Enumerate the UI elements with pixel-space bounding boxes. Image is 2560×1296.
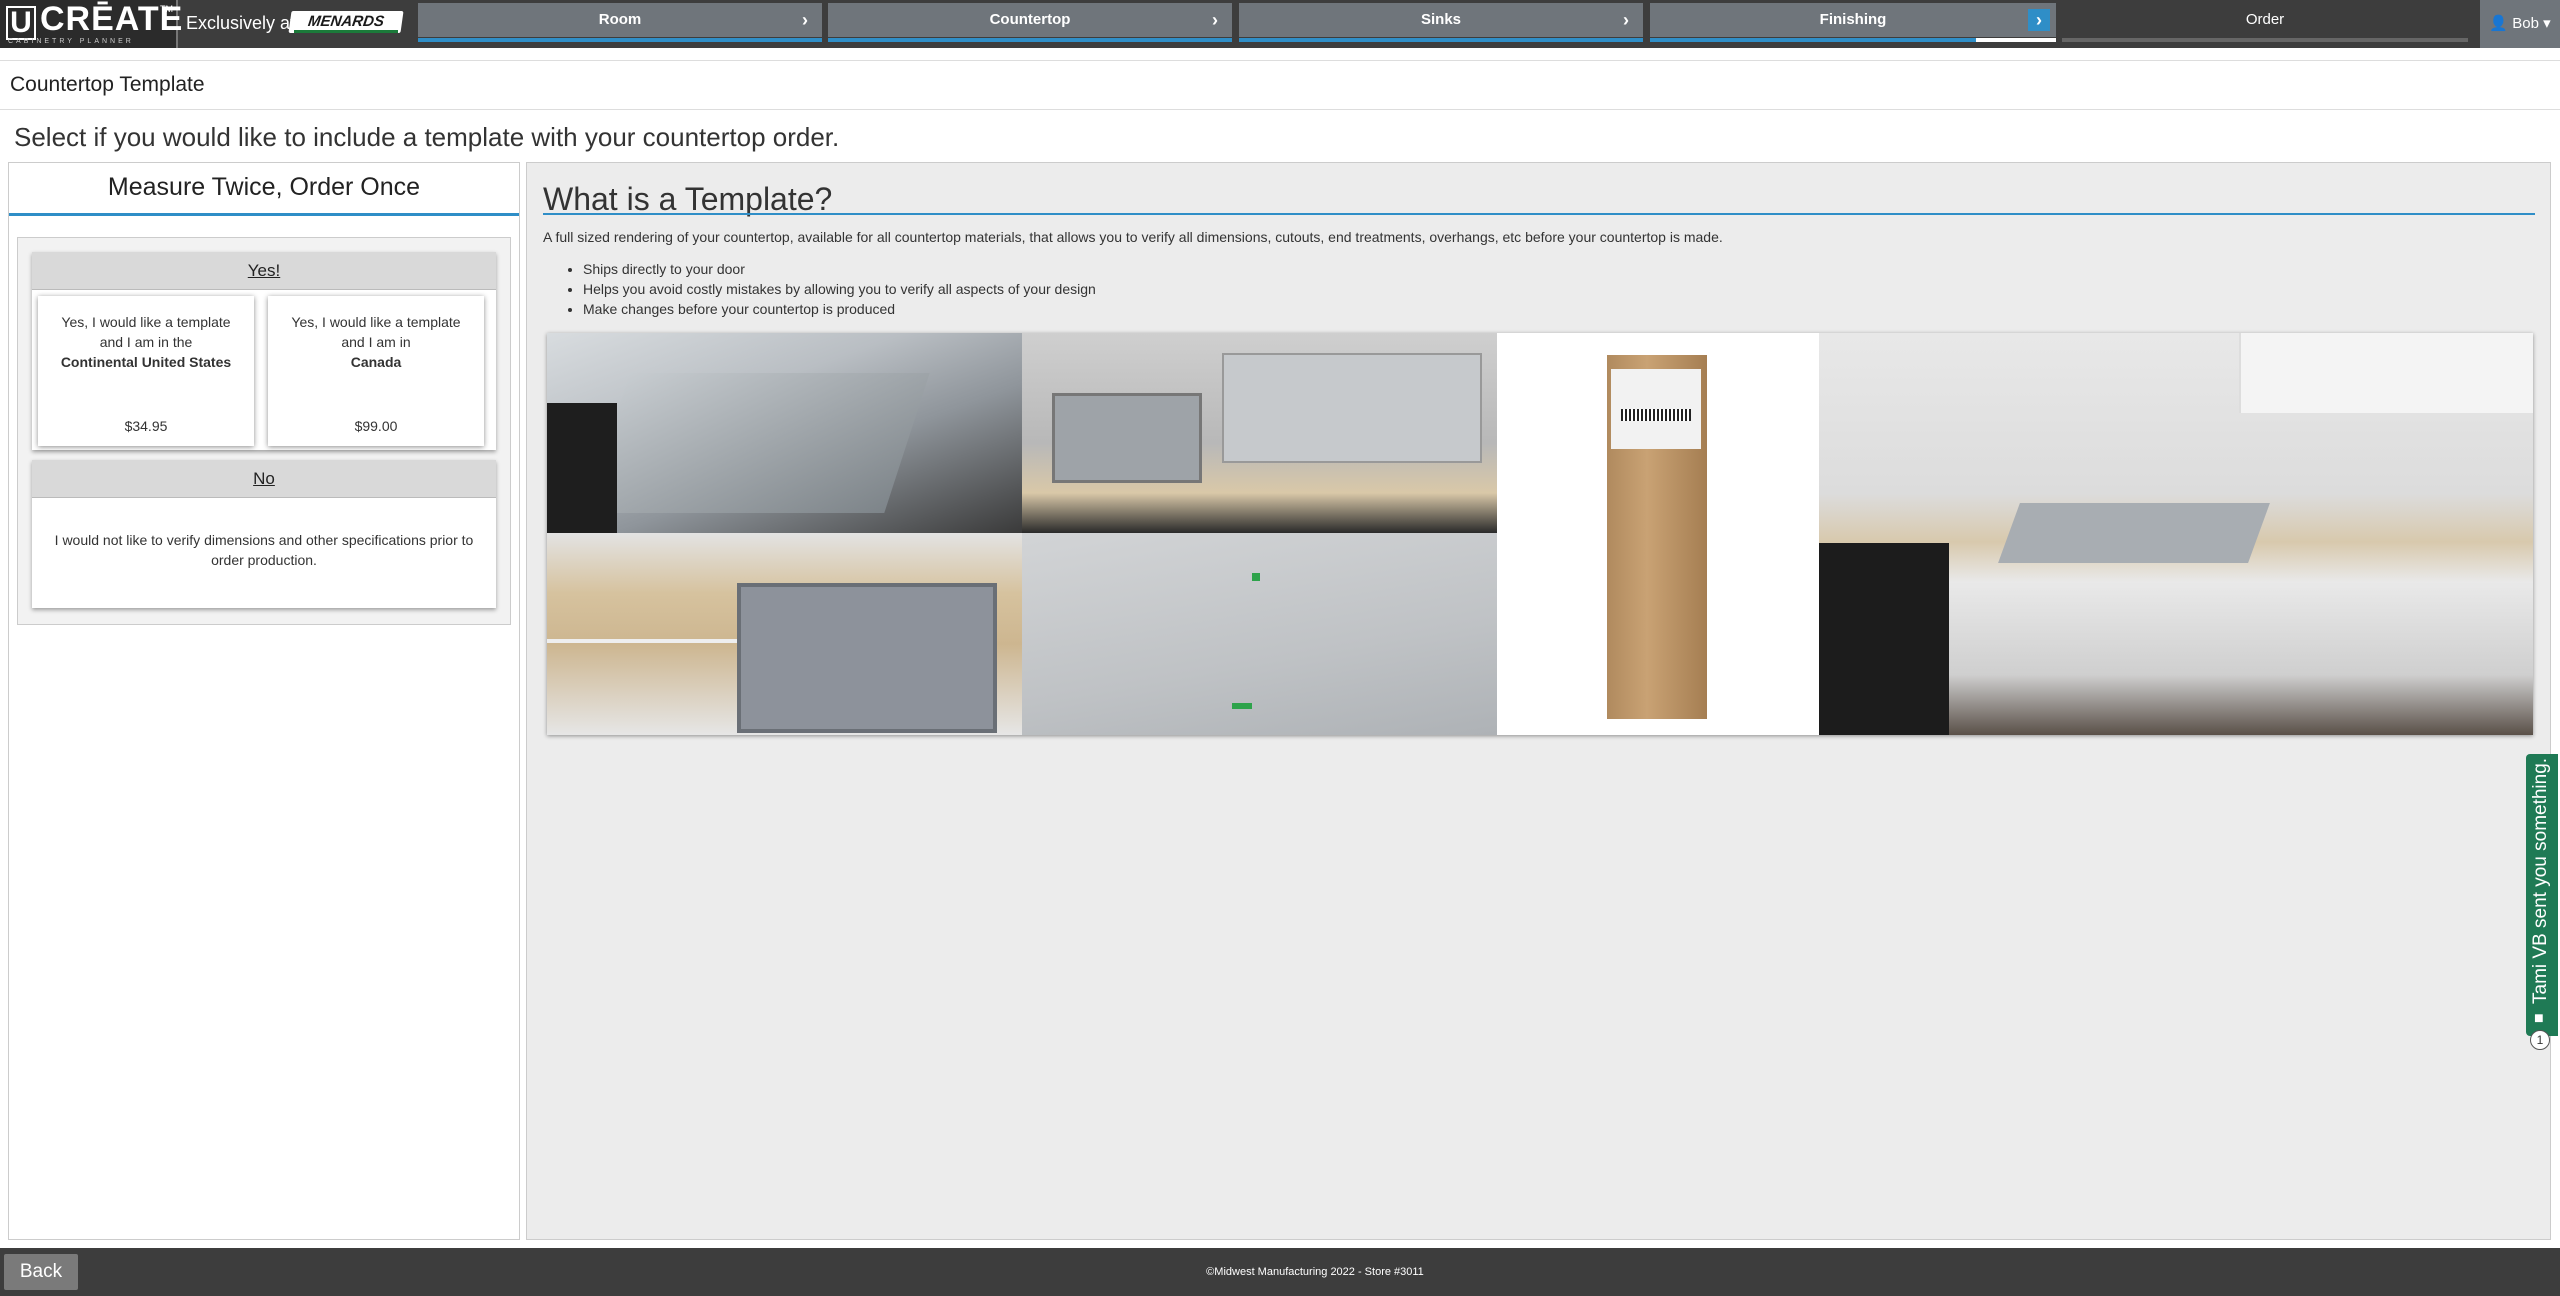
chevron-right-icon: ›: [802, 10, 808, 30]
instruction-text: Select if you would like to include a te…: [14, 122, 840, 152]
chevron-right-icon: ›: [2028, 9, 2050, 31]
info-title-underline: [543, 213, 2535, 215]
step-label: Finishing: [1819, 11, 1887, 28]
template-detail-photo: [1022, 533, 1497, 735]
template-canada-option[interactable]: Yes, I would like a template and I am in…: [268, 296, 484, 446]
kitchen-template-photo: [1819, 333, 2533, 735]
no-template-option[interactable]: I would not like to verify dimensions an…: [32, 498, 496, 602]
menards-logo-stripe: [294, 30, 398, 33]
options-title: Measure Twice, Order Once: [107, 173, 421, 201]
template-photo-collage: [547, 333, 2533, 735]
chat-bubble-icon: ■: [2534, 1010, 2544, 1027]
step-order[interactable]: Order: [2062, 3, 2468, 37]
step-countertop-progress: [828, 38, 1232, 42]
chevron-right-icon: ›: [1623, 10, 1629, 30]
ucreate-logo[interactable]: U CRĒATE TM CABINETRY PLANNER: [0, 0, 182, 48]
footer-bar: Back ©Midwest Manufacturing 2022 - Store…: [0, 1248, 2560, 1296]
step-label: Order: [2245, 11, 2285, 28]
template-options-panel: Measure Twice, Order Once Yes! Yes, I wo…: [8, 162, 520, 1240]
title-underline: [9, 213, 519, 216]
step-order-track: [2062, 38, 2468, 42]
info-description: A full sized rendering of your counterto…: [543, 229, 1723, 245]
user-menu[interactable]: 👤 Bob ▾: [2480, 0, 2560, 48]
chat-message-text: Tami VB sent you something.: [2530, 757, 2551, 1004]
choice-region: Continental United States: [60, 354, 232, 370]
no-header: No: [32, 460, 496, 498]
template-info-panel: What is a Template? A full sized renderi…: [526, 162, 2551, 1240]
benefit-list: Ships directly to your door Helps you av…: [583, 259, 1096, 319]
choice-price: $34.95: [124, 418, 168, 434]
chat-notification-badge: 1: [2530, 1030, 2550, 1050]
top-nav: U CRĒATE TM CABINETRY PLANNER Exclusivel…: [0, 0, 2560, 48]
user-name: Bob: [2512, 15, 2539, 32]
yes-group: Yes! Yes, I would like a template and I …: [32, 252, 496, 450]
choice-line1: Yes, I would like a template: [291, 314, 461, 330]
logo-letter: U: [6, 6, 36, 40]
step-room[interactable]: Room ›: [418, 3, 822, 37]
step-sinks-progress: [1239, 38, 1643, 42]
step-finishing-current-marker: [1976, 38, 2056, 42]
step-room-progress: [418, 38, 822, 42]
copyright-text: ©Midwest Manufacturing 2022 - Store #301…: [1206, 1266, 1424, 1278]
step-label: Room: [598, 11, 642, 28]
page-header: Countertop Template: [0, 60, 2560, 110]
logo-subtitle: CABINETRY PLANNER: [8, 38, 134, 45]
choice-region: Canada: [350, 354, 402, 370]
exclusively-text: Exclusively at: [186, 13, 296, 33]
step-countertop[interactable]: Countertop ›: [828, 3, 1232, 37]
choice-line2: and I am in: [341, 334, 411, 350]
choice-price: $99.00: [354, 418, 398, 434]
shipping-box-photo: [1497, 333, 1819, 735]
benefit-item: Helps you avoid costly mistakes by allow…: [583, 279, 1096, 299]
chat-tab[interactable]: Tami VB sent you something. ■: [2526, 754, 2558, 1036]
step-label: Sinks: [1420, 11, 1462, 28]
page-title: Countertop Template: [10, 73, 205, 96]
yes-header: Yes!: [32, 252, 496, 290]
no-group: No I would not like to verify dimensions…: [32, 460, 496, 608]
step-sinks[interactable]: Sinks ›: [1239, 3, 1643, 37]
options-box: Yes! Yes, I would like a template and I …: [17, 237, 511, 625]
template-us-option[interactable]: Yes, I would like a template and I am in…: [38, 296, 254, 446]
user-icon: 👤: [2489, 15, 2509, 32]
choice-line2: and I am in the: [99, 334, 193, 350]
logo-trademark: TM: [160, 4, 173, 14]
step-label: Countertop: [989, 11, 1071, 28]
measure-drawer-photo: [547, 533, 1022, 735]
chevron-right-icon: ›: [1212, 10, 1218, 30]
caret-down-icon: ▾: [2543, 15, 2551, 32]
template-roll-photo: [547, 333, 1022, 533]
step-finishing[interactable]: Finishing ›: [1650, 3, 2056, 37]
measure-cutout-photo: [1022, 333, 1497, 533]
benefit-item: Make changes before your countertop is p…: [583, 299, 1096, 319]
step-finishing-progress: [1650, 38, 1976, 42]
choice-line1: Yes, I would like a template: [61, 314, 231, 330]
benefit-item: Ships directly to your door: [583, 259, 1096, 279]
